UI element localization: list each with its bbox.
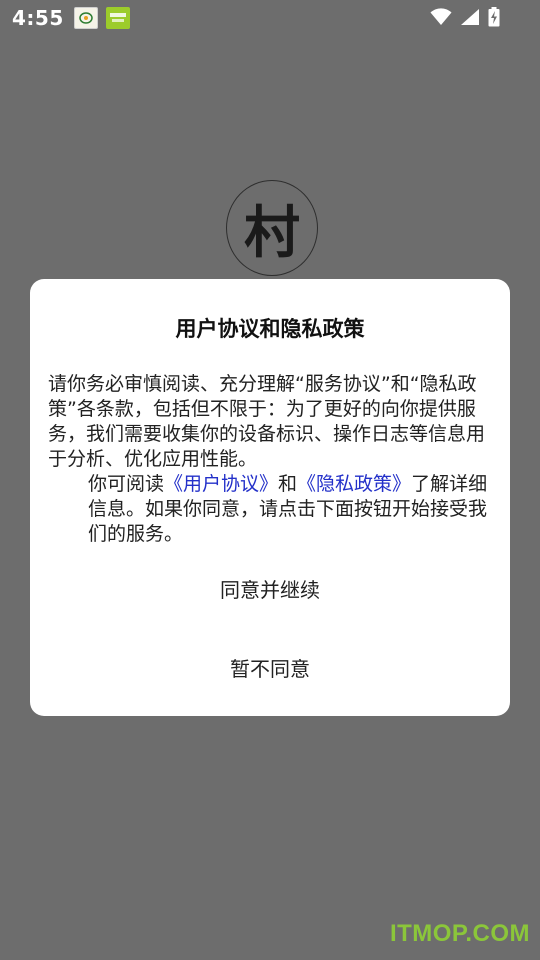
status-bar: 4:55 [0, 0, 540, 36]
paragraph-text: 你可阅读 [88, 473, 165, 495]
decline-button[interactable]: 暂不同意 [30, 653, 510, 682]
logo-glyph: 村 [244, 199, 300, 266]
agreement-dialog: 用户协议和隐私政策 请你务必审慎阅读、充分理解“服务协议”和“隐私政策”各条款，… [30, 279, 510, 716]
dialog-title: 用户协议和隐私政策 [175, 317, 365, 341]
watermark: ITMOP.COM [389, 920, 530, 947]
agree-continue-button[interactable]: 同意并继续 [30, 574, 510, 603]
status-time: 4:55 [12, 6, 64, 30]
status-icons [430, 7, 500, 27]
app-logo: 村 [226, 180, 318, 276]
signal-icon [461, 9, 479, 25]
dialog-body: 请你务必审慎阅读、充分理解“服务协议”和“隐私政策”各条款，包括但不限于：为了更… [48, 372, 492, 547]
battery-charging-icon [488, 7, 500, 27]
user-agreement-link[interactable]: 《用户协议》 [164, 473, 278, 495]
paragraph-text: 和 [278, 473, 298, 495]
dialog-paragraph: 请你务必审慎阅读、充分理解“服务协议”和“隐私政策”各条款，包括但不限于：为了更… [48, 373, 486, 470]
app-notification-icon [73, 7, 98, 29]
privacy-policy-link[interactable]: 《隐私政策》 [297, 473, 411, 495]
dialog-paragraph: 你可阅读《用户协议》和《隐私政策》了解详细信息。如果你同意，请点击下面按钮开始接… [48, 472, 492, 547]
wifi-icon [430, 8, 452, 25]
app-notification-icon [105, 7, 130, 29]
